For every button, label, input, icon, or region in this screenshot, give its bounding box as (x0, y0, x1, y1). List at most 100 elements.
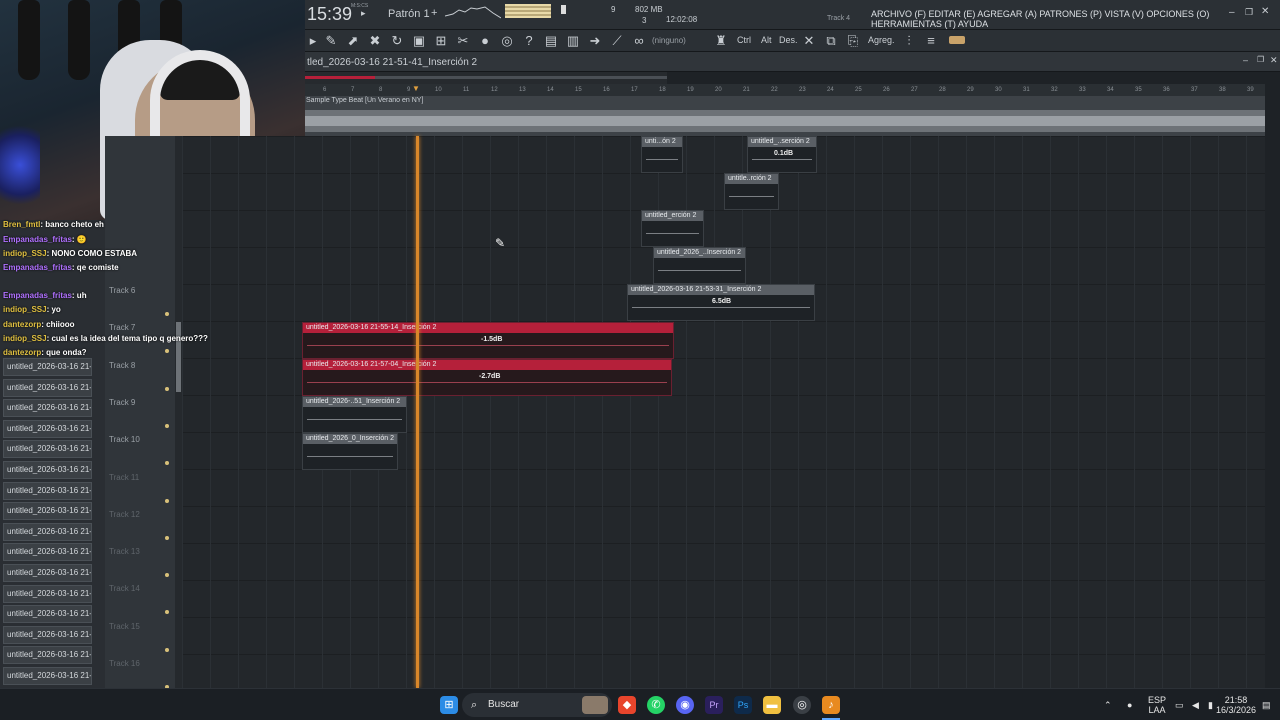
browser-item[interactable]: untitled_2026-03-16 21- (3, 646, 92, 665)
tempo-slider[interactable] (561, 5, 566, 14)
snap-selector[interactable]: (ninguno) (652, 36, 686, 45)
slice-tool-icon[interactable]: ⊞ (433, 33, 449, 49)
minimize-icon[interactable]: – (1229, 7, 1235, 18)
pencil-icon[interactable]: ⟋ (609, 33, 625, 49)
whatsapp-icon[interactable]: ✆ (647, 696, 665, 714)
cut-tool-icon[interactable]: ✕ (801, 33, 817, 49)
browser-item[interactable]: untitled_2026-03-16 21- (3, 461, 92, 479)
link-icon[interactable]: ∞ (631, 33, 647, 49)
audio-clip[interactable]: untitled_2026-03-16 21-57-04_Inserción 2… (302, 359, 672, 396)
browser-item[interactable]: untitled_2026-03-16 21- (3, 502, 92, 521)
play-arrow-icon[interactable]: ▸ (361, 8, 366, 19)
song-position-marker[interactable]: ▼ (412, 84, 420, 93)
audio-clip[interactable]: untitled_2026-03-16 21-55-14_Inserción 2… (302, 322, 674, 359)
slip-tool-icon[interactable]: ▣ (411, 33, 427, 49)
audio-clip[interactable]: untitled_..serción 2 0.1dB (747, 136, 817, 173)
audio-clip[interactable]: untitle..rción 2 (724, 173, 779, 210)
track-mute-led[interactable] (165, 610, 169, 615)
audio-clip[interactable]: untitled_2026-..51_Inserción 2 (302, 396, 407, 433)
close-icon[interactable]: ✕ (1270, 55, 1278, 66)
browser-item[interactable]: untitled_2026-03-16 21- (3, 605, 92, 624)
audio-clip[interactable]: untitled_2026-03-16 21-53-31_Inserción 2… (627, 284, 815, 321)
browser-item[interactable]: untitled_2026-03-16 21- (3, 481, 92, 500)
audio-clip[interactable]: untitled_2026_..Inserción 2 (653, 247, 746, 284)
audio-clip[interactable]: untitled_erción 2 (641, 210, 704, 247)
track-label[interactable]: Track 6 (109, 286, 135, 295)
browser-item[interactable]: untitled_2026-03-16 21- (3, 625, 92, 644)
track-scroll-strip[interactable] (175, 136, 182, 688)
track-mute-led[interactable] (165, 386, 169, 391)
add-button[interactable]: Agreg. (868, 35, 895, 45)
vertical-scrollbar[interactable] (1265, 96, 1280, 688)
photoshop-icon[interactable]: Ps (734, 696, 752, 714)
playlist-grid[interactable]: unti...ón 2 untitled_..serción 2 0.1dB unti… (182, 136, 1265, 688)
list-icon[interactable]: ≡ (923, 33, 939, 49)
browser-item[interactable]: untitled_2026-03-16 21- (3, 440, 92, 459)
browser-item[interactable]: untitled_2026-03-16 21- (3, 564, 92, 582)
windows-start-icon[interactable]: ⊞ (440, 696, 458, 714)
premiere-icon[interactable]: Pr (705, 696, 723, 714)
file-explorer-icon[interactable]: ▬ (763, 696, 781, 714)
fl-studio-icon[interactable]: ♪ (822, 696, 840, 714)
track-mute-led[interactable] (165, 349, 169, 354)
chat-icon[interactable]: ◎ (499, 33, 515, 49)
track-label[interactable]: Track 7 (109, 323, 135, 332)
audio-clip[interactable]: unti...ón 2 (641, 136, 683, 173)
browser-item[interactable]: untitled_2026-03-16 21- (3, 543, 92, 562)
brave-icon[interactable]: ◆ (618, 696, 636, 714)
track-mute-led[interactable] (165, 498, 169, 503)
delete-tool-icon[interactable]: ✖ (367, 33, 383, 49)
browser-item[interactable]: untitled_2026-03-16 21- (3, 667, 92, 685)
browser-item[interactable]: untitled_2026-03-16 21- (3, 399, 92, 418)
browser-item[interactable]: untitled_2026-03-16 21- (3, 419, 92, 438)
track-label[interactable]: Track 9 (109, 398, 135, 407)
stamp-icon[interactable]: ♜ (713, 33, 729, 49)
add-pattern-icon[interactable]: + (431, 7, 437, 19)
browser-item[interactable]: untitled_2026-03-16 21- (3, 378, 92, 397)
minimize-icon[interactable]: – (1243, 55, 1248, 65)
track-mute-led[interactable] (165, 647, 169, 652)
tray-chevron-icon[interactable]: ⌃ (1104, 700, 1112, 710)
playhead[interactable] (416, 136, 419, 688)
discord-icon[interactable]: ◉ (676, 696, 694, 714)
paint-tool-icon[interactable]: ⬈ (345, 33, 361, 49)
track-label[interactable]: Track 13 (109, 547, 140, 556)
obs-icon[interactable]: ◎ (793, 696, 811, 714)
track-label[interactable]: Track 14 (109, 584, 140, 593)
piano-icon[interactable]: ▥ (565, 33, 581, 49)
track-label[interactable]: Track 12 (109, 510, 140, 519)
pattern-selector[interactable]: Patrón 1 (388, 8, 430, 20)
track-mute-led[interactable] (165, 535, 169, 540)
cut-icon[interactable]: ✂ (455, 33, 471, 49)
track-mute-led[interactable] (165, 423, 169, 428)
mixer-icon[interactable]: ⫶ (901, 33, 917, 49)
alt-button[interactable]: Alt (761, 35, 772, 45)
undo-button[interactable]: Des. (779, 35, 798, 45)
menu-arrow-icon[interactable]: ▸ (305, 33, 321, 49)
mic-icon[interactable]: ● (477, 33, 493, 49)
browser-icon[interactable]: ▤ (543, 33, 559, 49)
browser-item[interactable]: untitled_2026-03-16 21- (3, 522, 92, 541)
browser-item[interactable]: untitled_2026-03-16 21- (3, 584, 92, 603)
paste-icon[interactable]: ⎘ (845, 33, 861, 49)
track-label[interactable]: Track 10 (109, 435, 140, 444)
overview-bar[interactable] (305, 72, 667, 84)
track-label[interactable]: Track 11 (109, 473, 139, 482)
restore-icon[interactable]: ❐ (1245, 7, 1253, 18)
mic-tray-icon[interactable]: ● (1127, 700, 1132, 710)
track-mute-led[interactable] (165, 312, 169, 316)
close-icon[interactable]: ✕ (1261, 6, 1269, 17)
audio-track-wave[interactable]: Sample Type Beat [Un Verano en NY] (305, 96, 1265, 136)
timeline-ruler[interactable]: 6 7 8 9 10 11 12 13 14 15 16 17 18 19 20 21 22 23 24 25 26 27… (305, 84, 1265, 96)
help-icon[interactable]: ? (521, 33, 537, 49)
arrow-right-icon[interactable]: ➜ (587, 33, 603, 49)
taskbar-clock[interactable]: 21:58 16/3/2026 (1212, 695, 1260, 715)
draw-tool-icon[interactable]: ✎ (323, 33, 339, 49)
mute-tool-icon[interactable]: ↻ (389, 33, 405, 49)
ctrl-button[interactable]: Ctrl (737, 35, 751, 45)
copy-icon[interactable]: ⧉ (823, 33, 839, 49)
language-indicator[interactable]: ESP LAA (1148, 695, 1166, 715)
browser-item[interactable]: untitled_2026-03-16 21- (3, 358, 92, 376)
audio-clip[interactable]: untitled_2026_0_Inserción 2 (302, 433, 398, 470)
track-label[interactable]: Track 16 (109, 659, 140, 668)
